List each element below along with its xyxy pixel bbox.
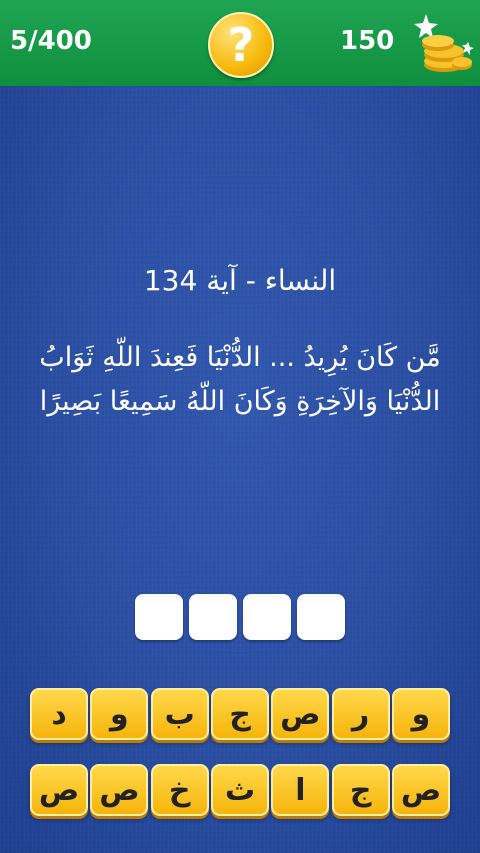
letter-key[interactable]: ص [90, 764, 149, 816]
answer-slot[interactable] [189, 594, 237, 640]
question-mark-icon: ? [227, 18, 255, 72]
letter-key[interactable]: ص [30, 764, 89, 816]
letter-key[interactable]: و [90, 688, 149, 740]
letter-key[interactable]: ا [271, 764, 330, 816]
letter-key[interactable]: ج [331, 764, 390, 816]
letter-key[interactable]: ج [211, 688, 270, 740]
letter-key[interactable]: خ [150, 764, 209, 816]
letter-key[interactable]: ص [392, 764, 450, 816]
answer-slot[interactable] [297, 594, 345, 640]
letter-key[interactable]: د [30, 688, 89, 740]
letter-row-1: و ر ص ج ب و د [30, 688, 450, 740]
letter-key[interactable]: ث [211, 764, 270, 816]
hint-button[interactable]: ? [208, 12, 274, 78]
answer-slots [135, 594, 345, 640]
level-counter: 5/400 [10, 26, 92, 56]
letter-row-2: ص ج ا ث خ ص ص [30, 764, 450, 816]
coin-count: 150 [340, 26, 395, 56]
letter-key[interactable]: و [392, 688, 450, 740]
surah-reference: النساء - آية 134 [143, 264, 337, 297]
letter-key[interactable]: ب [150, 688, 209, 740]
letter-key[interactable]: ر [331, 688, 390, 740]
answer-slot[interactable] [135, 594, 183, 640]
top-bar: 5/400 ? 150 [0, 0, 480, 86]
letter-key[interactable]: ص [271, 688, 330, 740]
answer-slot[interactable] [243, 594, 291, 640]
verse-text: مَّن كَانَ يُرِيدُ ... الدُّنْيَا فَعِند… [39, 342, 441, 417]
coin-stack-icon [414, 14, 474, 72]
